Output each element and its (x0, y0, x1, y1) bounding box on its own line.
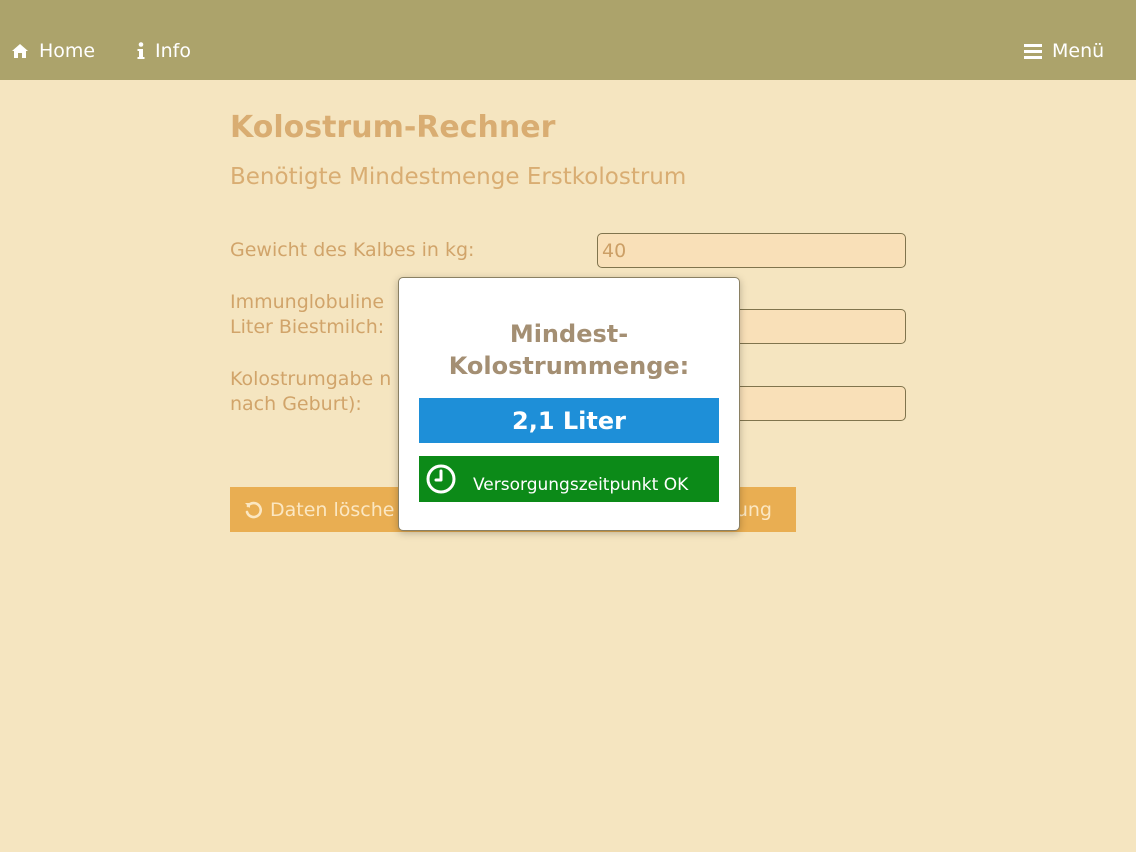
nav-info-link[interactable]: Info (137, 38, 191, 64)
supply-status-label: Versorgungszeitpunkt OK (473, 475, 689, 495)
result-dialog: Mindest- Kolostrummenge: 2,1 Liter Verso… (398, 277, 740, 531)
colostrum-time-label-line2: nach Geburt): (230, 393, 362, 415)
supply-status-box: Versorgungszeitpunkt OK (419, 456, 719, 502)
home-icon (12, 44, 28, 58)
immunoglobulin-label-line1: Immunglobuline (230, 291, 385, 313)
info-icon (137, 42, 145, 59)
reset-data-label: Daten lösche (270, 498, 395, 521)
result-dialog-title-line2: Kolostrummenge: (448, 352, 690, 380)
nav-home-link[interactable]: Home (11, 38, 95, 64)
undo-icon (245, 501, 262, 518)
top-navigation-bar: Home Info Menü (0, 0, 1136, 80)
hamburger-menu-icon (1024, 43, 1042, 59)
nav-menu-label: Menü (1052, 40, 1105, 62)
page-subtitle: Benötigte Mindestmenge Erstkolostrum (230, 164, 687, 190)
calculate-label: ung (735, 498, 772, 521)
nav-menu-button[interactable]: Menü (1024, 38, 1104, 64)
result-amount-box: 2,1 Liter (419, 398, 719, 443)
nav-home-label: Home (39, 40, 96, 62)
result-dialog-title-line1: Mindest- (509, 320, 629, 348)
weight-label: Gewicht des Kalbes in kg: (230, 239, 475, 261)
colostrum-time-label-line1: Kolostrumgabe n (230, 368, 392, 390)
clock-icon (426, 464, 456, 494)
immunoglobulin-label-line2: Liter Biestmilch: (230, 316, 385, 338)
nav-info-label: Info (155, 40, 191, 62)
weight-input[interactable] (597, 233, 906, 268)
page-title: Kolostrum-Rechner (230, 110, 556, 145)
result-dialog-title: Mindest- Kolostrummenge: (399, 318, 739, 382)
